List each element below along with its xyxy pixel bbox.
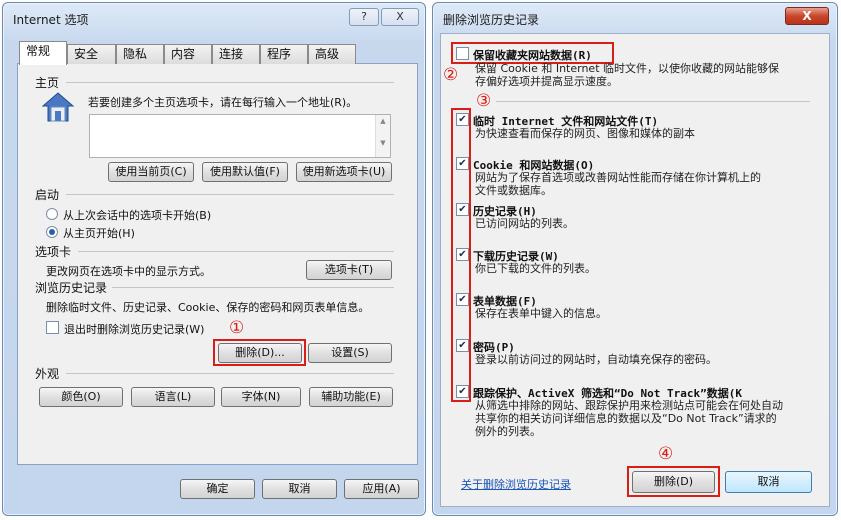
- history-desc-1: 已访问网站的列表。: [475, 217, 574, 230]
- startup-home-radio[interactable]: [46, 226, 58, 238]
- tabs-settings-button[interactable]: 选项卡(T): [306, 260, 392, 280]
- annotation-3: ③: [476, 91, 492, 111]
- download-history-desc-1: 你已下载的文件的列表。: [475, 262, 596, 275]
- home-house-icon: [41, 91, 75, 123]
- history-checkbox[interactable]: ✔: [456, 203, 469, 216]
- tab-connections[interactable]: 连接: [212, 44, 260, 64]
- cancel-delete-button[interactable]: 取消: [725, 471, 812, 493]
- divider: [78, 251, 394, 252]
- passwords-desc-1: 登录以前访问过的网站时，自动填充保存的密码。: [475, 353, 717, 366]
- home-hint: 若要创建多个主页选项卡，请在每行输入一个地址(R)。: [88, 96, 358, 109]
- passwords-checkbox[interactable]: ✔: [456, 339, 469, 352]
- history-section-title: 浏览历史记录: [35, 281, 108, 295]
- languages-button[interactable]: 语言(L): [131, 387, 215, 407]
- history-desc: 删除临时文件、历史记录、Cookie、保存的密码和网页表单信息。: [46, 301, 370, 314]
- annotation-4: ④: [658, 444, 674, 464]
- use-new-tab-button[interactable]: 使用新选项卡(U): [296, 162, 392, 182]
- close-button[interactable]: X: [785, 7, 829, 25]
- divider: [66, 373, 394, 374]
- tab-privacy[interactable]: 隐私: [116, 44, 164, 64]
- ok-button[interactable]: 确定: [180, 479, 255, 499]
- tab-content[interactable]: 内容: [164, 44, 212, 64]
- delete-on-exit-label: 退出时删除浏览历史记录(W): [64, 323, 205, 336]
- tracking-protection-checkbox[interactable]: ✔: [456, 385, 469, 398]
- window-title: Internet 选项: [13, 13, 89, 27]
- tab-general[interactable]: 常规: [19, 41, 67, 65]
- window-title: 删除浏览历史记录: [443, 13, 540, 27]
- accessibility-button[interactable]: 辅助功能(E): [309, 387, 393, 407]
- tab-advanced[interactable]: 高级: [308, 44, 356, 64]
- home-pages-textarea[interactable]: ▲ ▼: [89, 114, 391, 158]
- download-history-checkbox[interactable]: ✔: [456, 248, 469, 261]
- form-data-desc-1: 保存在表单中键入的信息。: [475, 307, 607, 320]
- appearance-section-title: 外观: [35, 367, 60, 381]
- temp-files-desc-1: 为快速查看而保存的网页、图像和媒体的副本: [475, 127, 695, 140]
- form-data-checkbox[interactable]: ✔: [456, 293, 469, 306]
- tracking-protection-desc-3: 例外的列表。: [475, 425, 541, 438]
- colors-button[interactable]: 颜色(O): [39, 387, 123, 407]
- temp-files-checkbox[interactable]: ✔: [456, 113, 469, 126]
- cancel-button[interactable]: 取消: [262, 479, 337, 499]
- tracking-protection-desc-2: 共享你的相关访问详细信息的数据以及“Do Not Track”请求的: [475, 412, 777, 425]
- confirm-delete-button[interactable]: 删除(D): [632, 471, 715, 493]
- home-section-title: 主页: [35, 76, 60, 90]
- scrollbar[interactable]: ▲ ▼: [375, 115, 390, 157]
- history-delete-button[interactable]: 删除(D)...: [218, 343, 302, 363]
- help-button[interactable]: ?: [349, 8, 379, 26]
- startup-last-session-label: 从上次会话中的选项卡开始(B): [63, 209, 212, 222]
- tabs-desc: 更改网页在选项卡中的显示方式。: [46, 265, 211, 278]
- about-delete-history-link[interactable]: 关于删除浏览历史记录: [461, 476, 571, 492]
- preserve-favorites-desc-2: 存偏好选项并提高显示速度。: [475, 75, 618, 88]
- preserve-favorites-desc-1: 保留 Cookie 和 Internet 临时文件，以使你收藏的网站能够保: [475, 62, 779, 75]
- divider: [496, 101, 810, 102]
- cookies-desc-2: 文件或数据库。: [475, 184, 552, 197]
- divider: [112, 287, 394, 288]
- close-button[interactable]: X: [381, 8, 419, 26]
- startup-last-session-radio[interactable]: [46, 208, 58, 220]
- annotation-2: ②: [443, 65, 459, 85]
- preserve-favorites-title: 保留收藏夹网站数据(R): [473, 49, 592, 62]
- preserve-favorites-checkbox[interactable]: [456, 47, 469, 60]
- tracking-protection-desc-1: 从筛选中排除的网站、跟踪保护用来检测站点可能会在何处自动: [475, 399, 783, 412]
- startup-section-title: 启动: [35, 188, 60, 202]
- startup-home-label: 从主页开始(H): [63, 227, 135, 240]
- fonts-button[interactable]: 字体(N): [221, 387, 301, 407]
- tabs-section-title: 选项卡: [35, 245, 72, 259]
- cookies-desc-1: 网站为了保存首选项或改善网站性能而存储在你计算机上的: [475, 171, 761, 184]
- delete-on-exit-checkbox[interactable]: [46, 321, 59, 334]
- annotation-1: ①: [229, 318, 245, 338]
- cookies-checkbox[interactable]: ✔: [456, 157, 469, 170]
- divider: [66, 194, 394, 195]
- tab-security[interactable]: 安全: [67, 44, 116, 64]
- use-current-button[interactable]: 使用当前页(C): [108, 162, 194, 182]
- divider: [66, 82, 394, 83]
- history-settings-button[interactable]: 设置(S): [308, 343, 392, 363]
- tab-programs[interactable]: 程序: [260, 44, 308, 64]
- use-default-button[interactable]: 使用默认值(F): [202, 162, 288, 182]
- apply-button[interactable]: 应用(A): [344, 479, 419, 499]
